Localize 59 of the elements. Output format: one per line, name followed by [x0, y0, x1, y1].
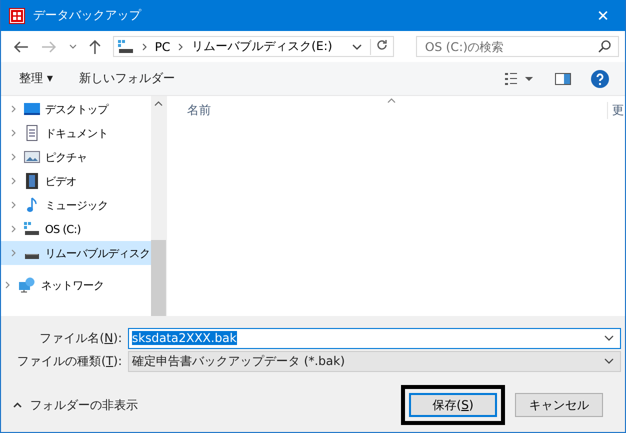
expand-chevron-icon[interactable]	[11, 129, 16, 137]
film-icon	[24, 173, 40, 189]
image-icon	[24, 150, 40, 164]
sidebar-item[interactable]: ビデオ	[1, 169, 151, 193]
drive-icon	[118, 40, 134, 54]
close-button[interactable]: ✕	[581, 0, 625, 31]
sidebar-item[interactable]: デスクトップ	[1, 97, 151, 121]
up-icon[interactable]	[88, 38, 101, 54]
expand-chevron-icon[interactable]	[5, 281, 10, 289]
document-icon	[24, 125, 40, 141]
app-icon	[9, 8, 25, 24]
expand-chevron-icon[interactable]	[11, 153, 16, 161]
dropdown-icon[interactable]	[604, 335, 614, 341]
sidebar-item[interactable]: ピクチャ	[1, 145, 151, 169]
chevron-icon	[178, 42, 184, 50]
help-icon[interactable]	[591, 70, 609, 88]
network-icon	[18, 277, 36, 293]
field-label: ファイル名(N):	[38, 330, 123, 346]
cancel-button[interactable]: キャンセル	[515, 393, 603, 417]
filename-field[interactable]: sksdata2XXX.bak	[128, 328, 621, 348]
sort-caret-icon	[387, 98, 396, 103]
drive-icon	[25, 254, 39, 258]
search-icon	[598, 40, 611, 53]
dropdown-icon[interactable]	[604, 358, 614, 364]
save-button[interactable]: 保存(S)	[409, 393, 497, 417]
breadcrumb[interactable]: リムーバブルディスク(E:)	[191, 38, 332, 55]
search-field[interactable]: OS (C:)の検索	[416, 36, 619, 57]
sidebar-item[interactable]: ミュージック	[1, 193, 151, 217]
scrollbar[interactable]	[151, 96, 166, 316]
sidebar-item[interactable]: リムーバブルディスク	[1, 241, 151, 265]
caret-icon	[13, 402, 22, 408]
window-title: データバックアップ	[33, 7, 142, 24]
column-header[interactable]: 更	[607, 102, 624, 119]
drive-icon	[24, 222, 40, 236]
hide-folders-button[interactable]: フォルダーの非表示	[13, 396, 138, 414]
expand-chevron-icon[interactable]	[11, 201, 16, 209]
sidebar-item[interactable]: OS (C:)	[1, 217, 151, 241]
expand-chevron-icon[interactable]	[11, 177, 16, 185]
expand-chevron-icon[interactable]	[11, 249, 16, 257]
monitor-icon	[24, 102, 40, 116]
field-label: ファイルの種類(T):	[16, 352, 123, 370]
dropdown-icon[interactable]	[352, 44, 362, 50]
expand-chevron-icon[interactable]	[11, 105, 16, 113]
view-options-icon[interactable]	[505, 72, 535, 84]
back-icon[interactable]	[13, 40, 29, 52]
organize-button[interactable]: 整理 ▾	[11, 66, 61, 91]
recent-caret-icon[interactable]	[68, 44, 77, 49]
refresh-icon[interactable]	[376, 38, 388, 50]
breadcrumb[interactable]: PC	[154, 40, 170, 54]
new-folder-button[interactable]: 新しいフォルダー	[70, 66, 183, 91]
column-header[interactable]: 名前	[187, 102, 211, 119]
file-type-dropdown[interactable]: 確定申告書バックアップデータ (*.bak)	[128, 350, 621, 372]
expand-chevron-icon[interactable]	[11, 225, 16, 233]
preview-pane-icon[interactable]	[555, 72, 571, 84]
sidebar-item[interactable]: ドキュメント	[1, 121, 151, 145]
chevron-icon	[142, 42, 147, 50]
address-bar[interactable]: PC リムーバブルディスク(E:)	[112, 36, 394, 57]
sidebar-item[interactable]: ネットワーク	[1, 273, 151, 297]
scroll-up-icon[interactable]	[154, 101, 163, 106]
